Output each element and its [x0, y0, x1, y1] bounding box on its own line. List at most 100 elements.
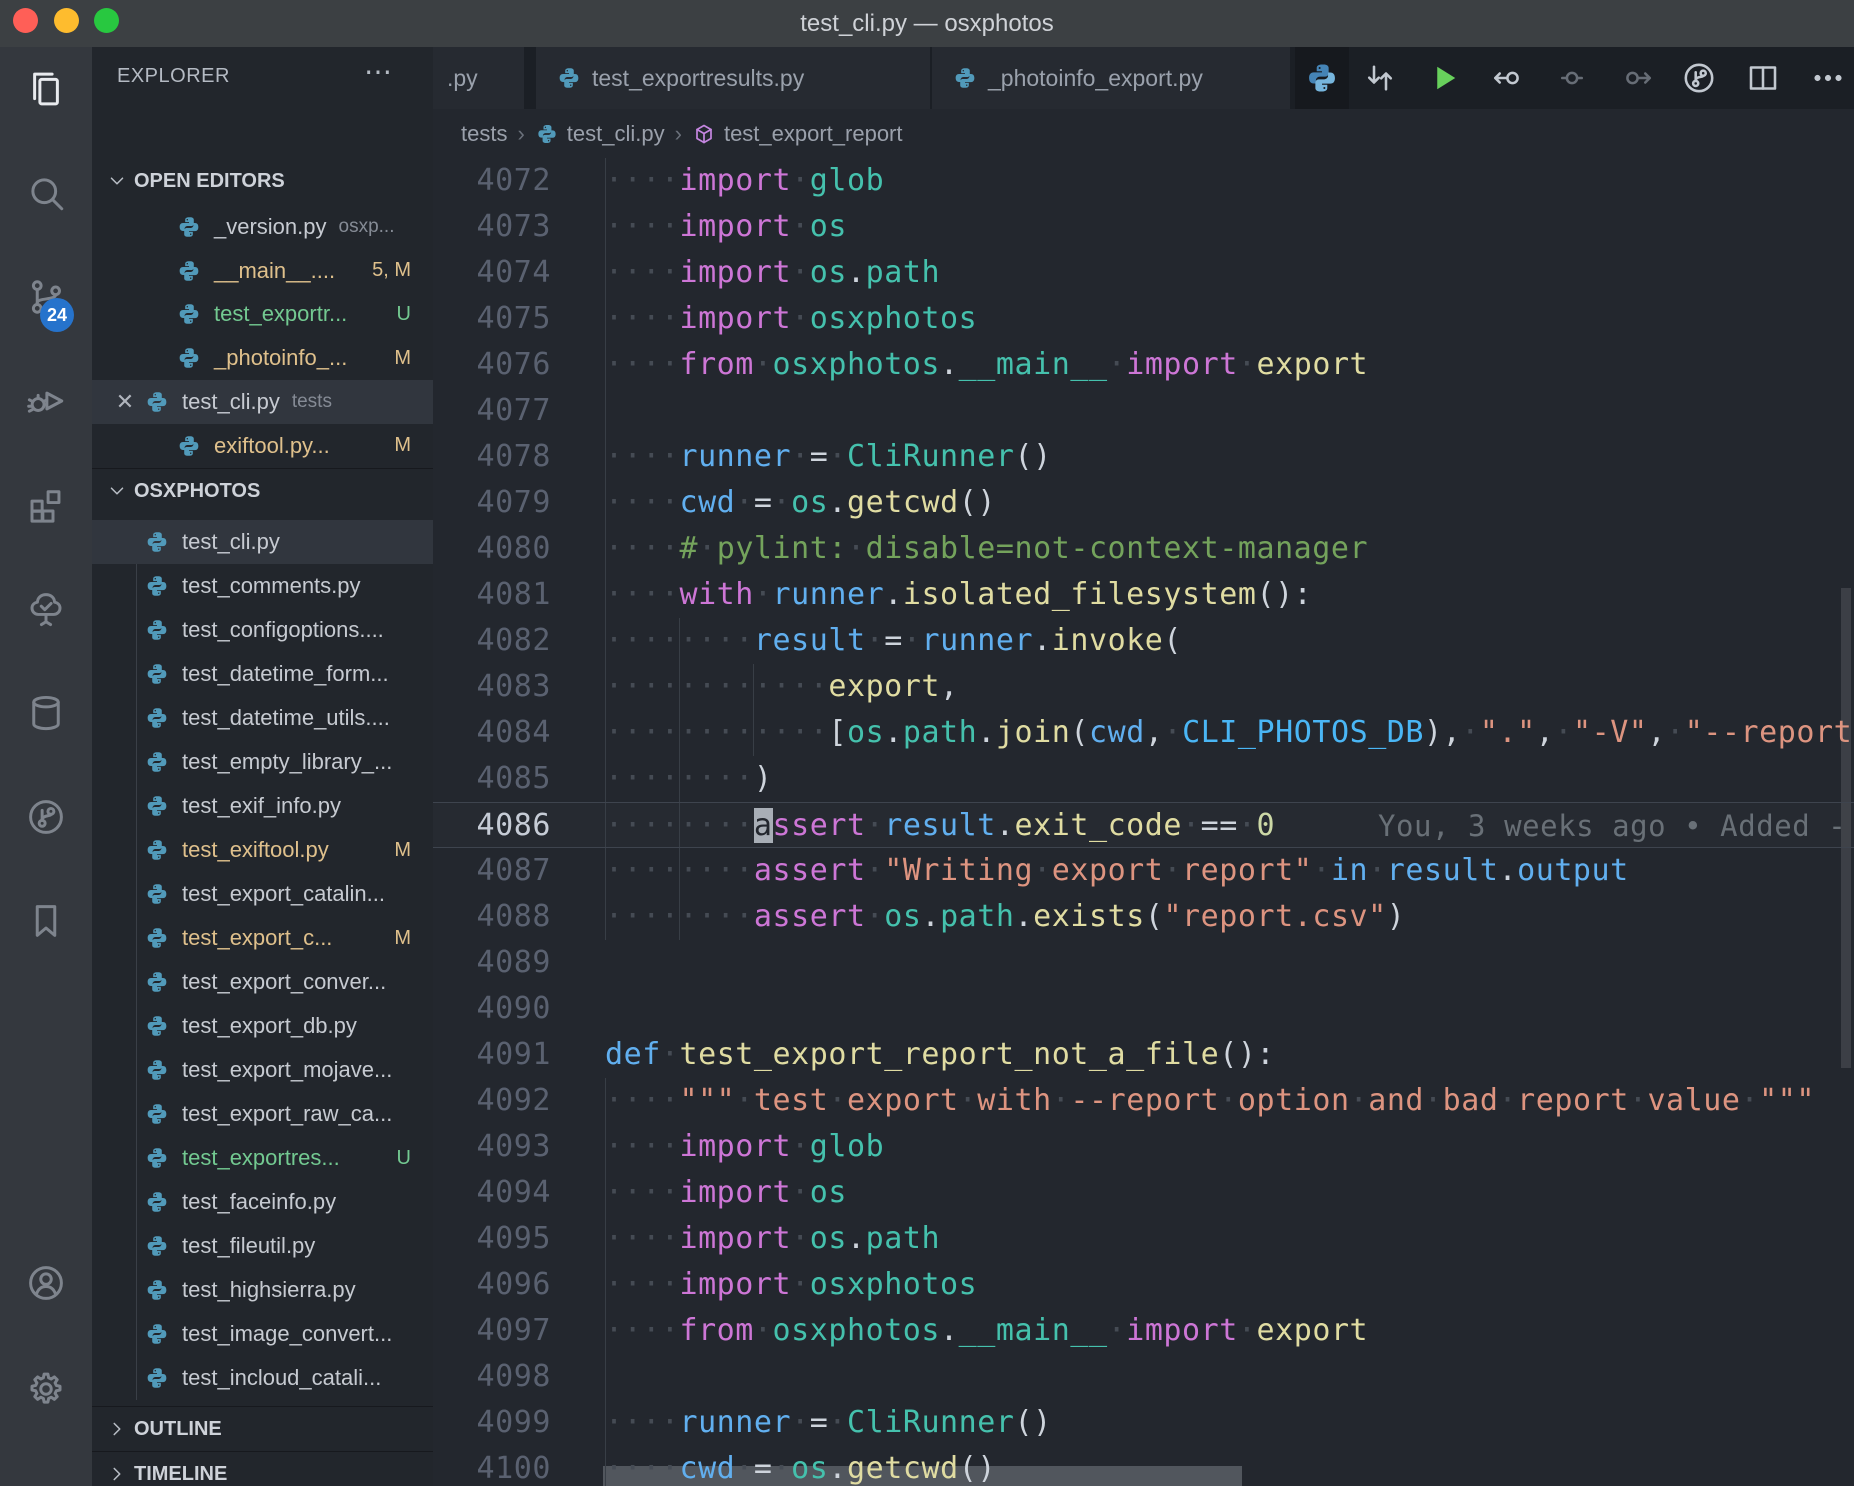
code-line-4083: 4083············export,: [433, 664, 1854, 710]
activity-extensions-icon[interactable]: [0, 453, 92, 557]
tree-item[interactable]: test_export_db.py: [92, 1004, 433, 1048]
code-line-4090: 4090: [433, 986, 1854, 1032]
activity-account-icon[interactable]: [0, 1231, 92, 1335]
tree-item[interactable]: test_incloud_catali...: [92, 1356, 433, 1400]
line-number: 4076: [433, 342, 551, 388]
activity-source-control-icon[interactable]: 24: [0, 245, 92, 349]
toolbar-more-icon[interactable]: [1810, 60, 1846, 96]
file-name: test_fileutil.py: [182, 1233, 315, 1259]
tab-test_exportresults.py[interactable]: test_exportresults.py: [536, 47, 930, 109]
file-name: test_exif_info.py: [182, 793, 341, 819]
tree-item[interactable]: test_datetime_form...: [92, 652, 433, 696]
activity-gitlens-icon[interactable]: [0, 765, 92, 869]
tree-item[interactable]: test_fileutil.py: [92, 1224, 433, 1268]
toolbar-step-over-icon[interactable]: [1619, 60, 1655, 96]
python-file-icon: [144, 1233, 170, 1259]
toolbar-step-back-icon[interactable]: [1490, 60, 1526, 96]
tree-item[interactable]: test_highsierra.py: [92, 1268, 433, 1312]
code-line-4092: 4092····"""·test·export·with·--report·op…: [433, 1078, 1854, 1124]
breadcrumb-item[interactable]: tests: [461, 121, 507, 147]
line-content: ········result·=·runner.invoke(: [605, 618, 1182, 664]
open-editor-item[interactable]: exiftool.py...M: [92, 424, 433, 468]
tree-item[interactable]: test_image_convert...: [92, 1312, 433, 1356]
tree-item[interactable]: test_faceinfo.py: [92, 1180, 433, 1224]
toolbar-diff-icon[interactable]: [1362, 60, 1398, 96]
toolbar-gitlens-icon[interactable]: [1681, 60, 1717, 96]
open-editor-item[interactable]: _photoinfo_...M: [92, 336, 433, 380]
tree-item[interactable]: test_cli.py: [92, 520, 433, 564]
line-content: ········assert·"Writing·export·report"·i…: [605, 848, 1629, 894]
tree-item[interactable]: test_export_mojave...: [92, 1048, 433, 1092]
tree-item[interactable]: test_datetime_utils....: [92, 696, 433, 740]
tree-item[interactable]: test_comments.py: [92, 564, 433, 608]
line-content: ····runner·=·CliRunner(): [605, 1400, 1052, 1446]
more-actions-icon[interactable]: ⋯: [364, 55, 392, 88]
line-number: 4072: [433, 158, 551, 204]
activity-test-tree-icon[interactable]: [0, 557, 92, 661]
activity-search-icon[interactable]: [0, 141, 92, 245]
open-editor-item[interactable]: __main__....5, M: [92, 249, 433, 293]
python-file-icon: [144, 529, 170, 555]
code-line-4096: 4096····import·osxphotos: [433, 1262, 1854, 1308]
python-file-icon: [952, 65, 978, 91]
code-line-4074: 4074····import·os.path: [433, 250, 1854, 296]
line-content: ············[os.path.join(cwd,·CLI_PHOTO…: [605, 710, 1854, 756]
tree-item[interactable]: test_export_raw_ca...: [92, 1092, 433, 1136]
file-name: test_image_convert...: [182, 1321, 392, 1347]
activity-database-icon[interactable]: [0, 661, 92, 765]
activity-bar: 24: [0, 47, 92, 1486]
python-file-icon: [176, 301, 202, 327]
tree-item[interactable]: test_configoptions....: [92, 608, 433, 652]
file-description: tests: [292, 391, 332, 413]
project-section-header[interactable]: OSXPHOTOS: [92, 468, 433, 513]
python-file-icon: [144, 1101, 170, 1127]
tab-partial[interactable]: .py: [433, 47, 524, 109]
breadcrumb-item[interactable]: test_cli.py: [567, 121, 665, 147]
file-name: test_empty_library_...: [182, 749, 392, 775]
breadcrumb-separator: ›: [517, 121, 524, 147]
tab-_photoinfo_export.py[interactable]: _photoinfo_export.py: [932, 47, 1290, 109]
open-editor-item[interactable]: test_exportr...U: [92, 292, 433, 336]
tree-item[interactable]: test_export_catalin...: [92, 872, 433, 916]
activity-bookmark-icon[interactable]: [0, 869, 92, 973]
tree-item[interactable]: test_exif_info.py: [92, 784, 433, 828]
file-description: osxp...: [339, 216, 395, 238]
open-editors-section-header[interactable]: OPEN EDITORS: [92, 159, 433, 203]
activity-run-debug-icon[interactable]: [0, 349, 92, 453]
git-status-badge: M: [394, 347, 411, 370]
code-line-4082: 4082········result·=·runner.invoke(: [433, 618, 1854, 664]
tree-item[interactable]: test_exportres...U: [92, 1136, 433, 1180]
git-status-badge: M: [394, 927, 411, 950]
titlebar: test_cli.py — osxphotos: [0, 0, 1854, 47]
line-number: 4088: [433, 894, 551, 940]
open-editor-item[interactable]: ✕test_cli.pytests: [92, 380, 433, 424]
code-editor[interactable]: 4072 ····import·glob 4073····import·os4074…: [433, 158, 1854, 1486]
toolbar-circle-icon[interactable]: [1554, 60, 1590, 96]
code-line-4085: 4085 ········): [433, 756, 1854, 802]
scm-changes-badge: 24: [40, 298, 74, 332]
toolbar-split-editor-icon[interactable]: [1745, 60, 1781, 96]
toolbar-run-icon[interactable]: [1426, 60, 1462, 96]
activity-files-icon[interactable]: [0, 37, 92, 141]
activity-settings-gear-icon[interactable]: [0, 1337, 92, 1441]
tree-item[interactable]: test_empty_library_...: [92, 740, 433, 784]
code-line-4080: 4080····#·pylint:·disable=not-context-ma…: [433, 526, 1854, 572]
close-icon[interactable]: ✕: [112, 389, 138, 415]
line-content: ····import·glob: [605, 1124, 884, 1170]
code-line-4073: 4073····import·os: [433, 204, 1854, 250]
open-editor-item[interactable]: _version.pyosxp...: [92, 205, 433, 249]
file-name: test_faceinfo.py: [182, 1189, 336, 1215]
tree-item[interactable]: test_export_c...M: [92, 916, 433, 960]
sidebar-section-timeline[interactable]: TIMELINE: [92, 1451, 433, 1486]
line-number: 4085: [433, 756, 551, 802]
chevron-right-icon: [106, 1418, 128, 1440]
tree-item[interactable]: test_export_conver...: [92, 960, 433, 1004]
python-file-icon: [176, 214, 202, 240]
file-name: test_datetime_form...: [182, 661, 389, 687]
line-content: ········): [605, 756, 773, 802]
breadcrumb-item[interactable]: test_export_report: [724, 121, 903, 147]
python-logo-icon[interactable]: [1295, 47, 1349, 109]
line-content: ····"""·test·export·with·--report·option…: [605, 1078, 1815, 1124]
sidebar-section-outline[interactable]: OUTLINE: [92, 1406, 433, 1451]
tree-item[interactable]: test_exiftool.pyM: [92, 828, 433, 872]
